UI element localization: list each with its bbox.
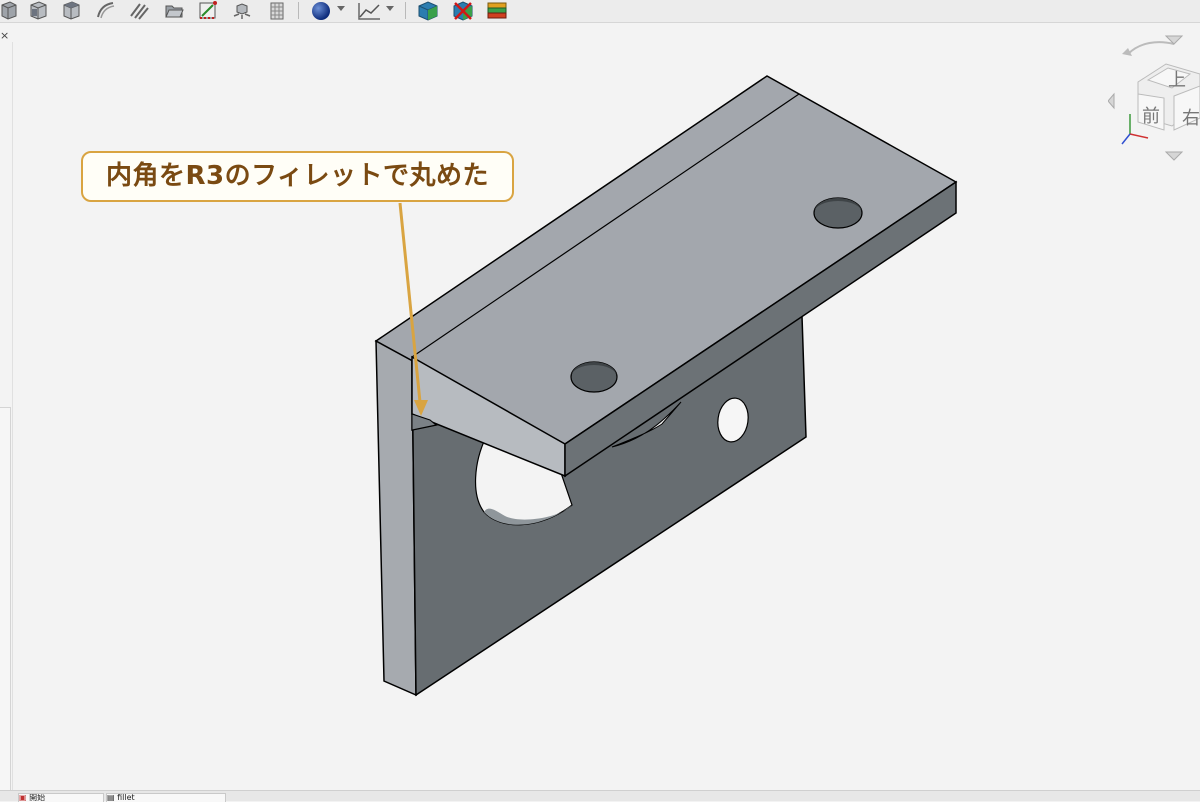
- hatch-icon[interactable]: [128, 0, 152, 21]
- side-panel-edge: [0, 407, 11, 792]
- document-icon: ▤: [107, 793, 115, 802]
- navcube-right-label: 右: [1182, 108, 1200, 129]
- tab-fillet-label: fillet: [117, 793, 135, 802]
- nav-left-arrow-icon: [1107, 92, 1115, 110]
- annotation-callout: 内角をR3のフィレットで丸めた: [81, 151, 514, 202]
- cube-icon[interactable]: [416, 0, 440, 21]
- view-box-top-icon[interactable]: [60, 0, 84, 21]
- 3d-viewport[interactable]: [13, 23, 1200, 790]
- tab-start-label: 開始: [29, 793, 46, 802]
- grid-icon[interactable]: [266, 0, 290, 21]
- close-icon[interactable]: ×: [0, 30, 9, 42]
- rotate-left-arrow-icon: [1127, 41, 1175, 55]
- start-icon: ▣: [19, 793, 27, 802]
- axis-z-icon: [1121, 133, 1131, 145]
- axis-x-icon: [1129, 133, 1149, 139]
- nav-down-arrow-icon: [1164, 151, 1184, 161]
- tab-fillet[interactable]: ▤ fillet: [106, 793, 226, 802]
- toolbar: [0, 0, 1200, 23]
- vertical-plate-edge-face: [375, 339, 417, 697]
- navcube-top-label: 上: [1168, 70, 1186, 91]
- curve-icon[interactable]: [94, 0, 118, 21]
- sphere-icon[interactable]: [310, 0, 334, 21]
- bracket-model: [374, 75, 958, 697]
- explode-icon[interactable]: [231, 0, 255, 21]
- graph-icon[interactable]: [356, 0, 380, 21]
- folder-open-icon[interactable]: [163, 0, 187, 21]
- navigation-cube[interactable]: 上 前 右: [1107, 34, 1200, 166]
- navcube-front-label: 前: [1142, 106, 1160, 127]
- view-box-front-icon[interactable]: [27, 0, 51, 21]
- stack-icon[interactable]: [485, 0, 509, 21]
- view-fit-icon[interactable]: [0, 0, 24, 21]
- document-tabs: ▣ 開始 ▤ fillet: [0, 790, 1200, 802]
- tab-start[interactable]: ▣ 開始: [18, 793, 104, 802]
- cube-remove-icon[interactable]: [451, 0, 475, 21]
- measure-icon[interactable]: [197, 0, 221, 21]
- sphere-dropdown-chevron-down-icon[interactable]: [337, 6, 345, 11]
- graph-dropdown-chevron-down-icon[interactable]: [386, 6, 394, 11]
